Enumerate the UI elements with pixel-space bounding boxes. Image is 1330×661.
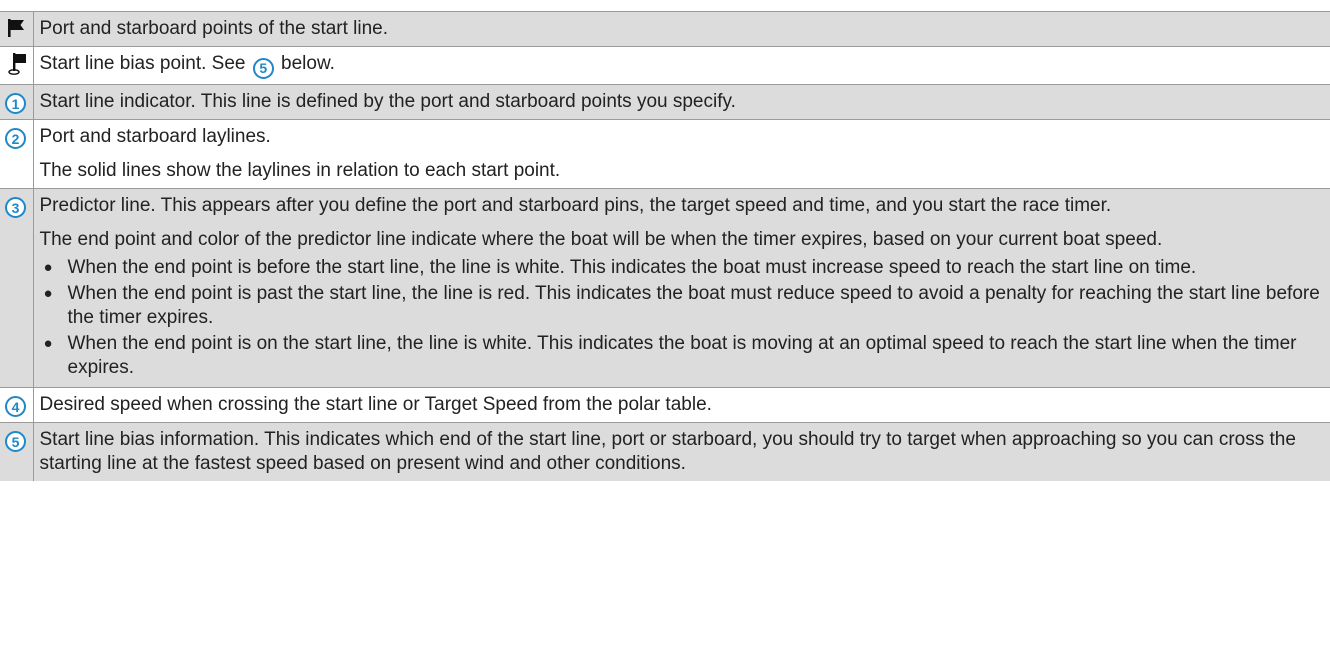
legend-row-1: 1 Start line indicator. This line is def… xyxy=(0,83,1330,119)
bullet-icon: ● xyxy=(43,284,53,302)
list-item: ● When the end point is past the start li… xyxy=(43,282,1320,328)
row-para-1: Predictor line. This appears after you d… xyxy=(39,194,1112,216)
callout-5-icon: 5 xyxy=(5,431,26,452)
row-para-2: The solid lines show the laylines in rel… xyxy=(39,159,561,181)
legend-row-4: 4 Desired speed when crossing the start … xyxy=(0,386,1330,422)
bullet-icon: ● xyxy=(43,258,53,276)
callout-3-icon: 3 xyxy=(5,197,26,218)
list-item: ● When the end point is before the start … xyxy=(43,256,1197,278)
callout-2-icon: 2 xyxy=(5,128,26,149)
bias-flag-icon xyxy=(7,52,29,83)
callout-5-icon: 5 xyxy=(252,57,274,79)
row-text: Desired speed when crossing the start li… xyxy=(39,393,712,415)
row-text: Start line indicator. This line is defin… xyxy=(39,90,736,112)
row-text: Start line bias information. This indica… xyxy=(39,428,1296,474)
row-text-before: Start line bias point. See xyxy=(39,53,246,74)
legend-row-bias-point: Start line bias point. See 5 below. xyxy=(0,46,1330,84)
row-para-2: The end point and color of the predictor… xyxy=(39,228,1163,250)
list-item: ● When the end point is on the start line… xyxy=(43,332,1297,378)
row-text-after: below. xyxy=(281,53,335,74)
flag-icon xyxy=(7,18,27,45)
row-text: Port and starboard points of the start l… xyxy=(39,18,389,39)
legend-row-start-points: Port and starboard points of the start l… xyxy=(0,11,1330,47)
bullet-list: ● When the end point is before the start … xyxy=(40,256,1323,380)
callout-4-icon: 4 xyxy=(5,396,26,417)
legend-row-5: 5 Start line bias information. This indi… xyxy=(0,421,1330,481)
legend-row-3: 3 Predictor line. This appears after you… xyxy=(0,187,1330,387)
legend-row-2: 2 Port and starboard laylines. The solid… xyxy=(0,118,1330,188)
row-para-1: Port and starboard laylines. xyxy=(39,125,271,147)
bullet-icon: ● xyxy=(43,334,53,352)
callout-1-icon: 1 xyxy=(5,93,26,114)
legend-table: Port and starboard points of the start l… xyxy=(0,11,1330,481)
